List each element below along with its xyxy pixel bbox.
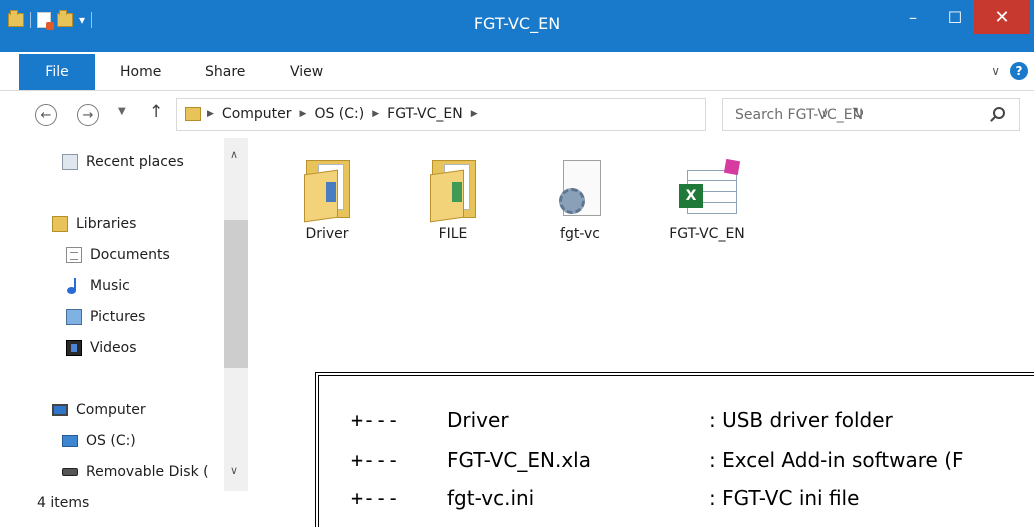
chevron-right-icon[interactable]: ▶ [207, 109, 214, 119]
up-arrow-icon[interactable]: ↑ [149, 102, 163, 122]
nav-item-documents[interactable]: Documents [66, 247, 170, 263]
chevron-right-icon[interactable]: ▶ [471, 109, 478, 119]
description-row: +--- Driver : USB driver folder [351, 408, 893, 432]
nav-item-label: OS (C:) [86, 433, 136, 449]
tab-share[interactable]: Share [205, 52, 245, 91]
tree-prefix: +--- [351, 486, 400, 510]
minimize-button[interactable]: – [896, 0, 930, 34]
drive-icon [62, 435, 78, 447]
forward-button[interactable]: → [77, 104, 99, 126]
breadcrumb: ▶ Computer ▶ OS (C:) ▶ FGT-VC_EN ▶ [207, 106, 478, 122]
expand-ribbon-chevron-icon[interactable]: ∨ [991, 64, 1000, 78]
search-input[interactable] [723, 99, 983, 130]
description-row: +--- fgt-vc.ini : FGT-VC ini file [351, 486, 859, 510]
file-item-fgt-vc-ini[interactable]: fgt-vc [525, 154, 635, 242]
entry-description: : USB driver folder [709, 408, 893, 432]
file-name: FGT-VC_EN [669, 226, 745, 242]
nav-item-label: Computer [76, 402, 146, 418]
tab-home[interactable]: Home [120, 52, 161, 91]
entry-name: FGT-VC_EN.xla [447, 448, 591, 472]
nav-item-computer[interactable]: Computer [52, 402, 146, 418]
breadcrumb-fgt-vc-en[interactable]: FGT-VC_EN [387, 106, 463, 122]
search-box[interactable] [722, 98, 1020, 131]
tree-prefix: +--- [351, 448, 400, 472]
pictures-icon [66, 309, 82, 325]
maximize-button[interactable]: ☐ [938, 0, 972, 34]
window-title: FGT-VC_EN [473, 14, 561, 33]
ribbon-tabs: File Home Share View ∨ ? [0, 52, 1034, 91]
removable-disk-icon [62, 468, 78, 476]
description-row: +--- FGT-VC_EN.xla : Excel Add-in softwa… [351, 448, 964, 472]
entry-description: : Excel Add-in software (F [709, 448, 964, 472]
recent-places-icon [62, 154, 78, 170]
nav-item-label: Pictures [90, 309, 146, 325]
nav-item-removable-disk[interactable]: Removable Disk ( [62, 464, 209, 480]
breadcrumb-computer[interactable]: Computer [222, 106, 292, 122]
nav-item-videos[interactable]: Videos [66, 340, 137, 356]
music-icon [66, 278, 82, 294]
entry-name: fgt-vc.ini [447, 486, 535, 510]
nav-item-label: Documents [90, 247, 170, 263]
entry-name: Driver [447, 408, 509, 432]
settings-file-icon [557, 154, 603, 220]
entry-description: : FGT-VC ini file [709, 486, 860, 510]
scroll-up-arrow-icon[interactable]: ∧ [230, 148, 238, 161]
address-row: ← → ▼ ↑ ▶ Computer ▶ OS (C:) ▶ FGT-VC_EN… [0, 92, 1034, 138]
folder-icon [304, 154, 350, 223]
file-item-driver[interactable]: Driver [272, 154, 382, 242]
tree-prefix: +--- [351, 408, 400, 432]
item-count: 4 items [37, 495, 90, 511]
nav-item-label: Recent places [86, 154, 184, 170]
tab-view[interactable]: View [290, 52, 323, 91]
videos-icon [66, 340, 82, 356]
nav-item-libraries[interactable]: Libraries [52, 216, 136, 232]
nav-item-pictures[interactable]: Pictures [66, 309, 145, 325]
scroll-down-arrow-icon[interactable]: ∨ [230, 464, 238, 477]
file-name: FILE [438, 226, 468, 242]
breadcrumb-os-c[interactable]: OS (C:) [314, 106, 364, 122]
nav-item-recent-places[interactable]: Recent places [62, 154, 184, 170]
address-bar[interactable]: ▶ Computer ▶ OS (C:) ▶ FGT-VC_EN ▶ ∨ ↻ [176, 98, 865, 131]
computer-icon [52, 404, 68, 416]
nav-item-label: Libraries [76, 216, 137, 232]
nav-item-label: Music [90, 278, 130, 294]
chevron-right-icon[interactable]: ▶ [300, 109, 307, 119]
help-icon[interactable]: ? [1010, 62, 1028, 80]
search-icon[interactable] [993, 107, 1005, 119]
scrollbar-thumb[interactable] [224, 220, 248, 368]
nav-item-label: Videos [90, 340, 137, 356]
recent-locations-chevron-icon[interactable]: ▼ [118, 106, 126, 117]
folder-icon [430, 154, 476, 223]
file-item-file[interactable]: FILE [398, 154, 508, 242]
tab-file[interactable]: File [19, 54, 95, 90]
file-item-fgt-vc-en-xla[interactable]: X FGT-VC_EN [652, 154, 762, 242]
documents-icon [66, 247, 82, 263]
folder-icon [185, 107, 201, 121]
chevron-right-icon[interactable]: ▶ [372, 109, 379, 119]
file-description-box: +--- Driver : USB driver folder +--- FGT… [315, 372, 1034, 527]
libraries-icon [52, 216, 68, 232]
file-name: Driver [305, 226, 349, 242]
nav-item-label: Removable Disk ( [86, 464, 209, 480]
excel-addin-icon: X [669, 154, 745, 220]
file-name: fgt-vc [560, 226, 600, 242]
title-bar: ▾ FGT-VC_EN – ☐ ✕ [0, 0, 1034, 52]
nav-scrollbar[interactable]: ∧ ∨ [224, 138, 248, 491]
back-button[interactable]: ← [35, 104, 57, 126]
close-button[interactable]: ✕ [974, 0, 1030, 34]
navigation-pane: Recent places Libraries Documents Music … [0, 138, 250, 491]
nav-item-os-c[interactable]: OS (C:) [62, 433, 136, 449]
nav-item-music[interactable]: Music [66, 278, 130, 294]
